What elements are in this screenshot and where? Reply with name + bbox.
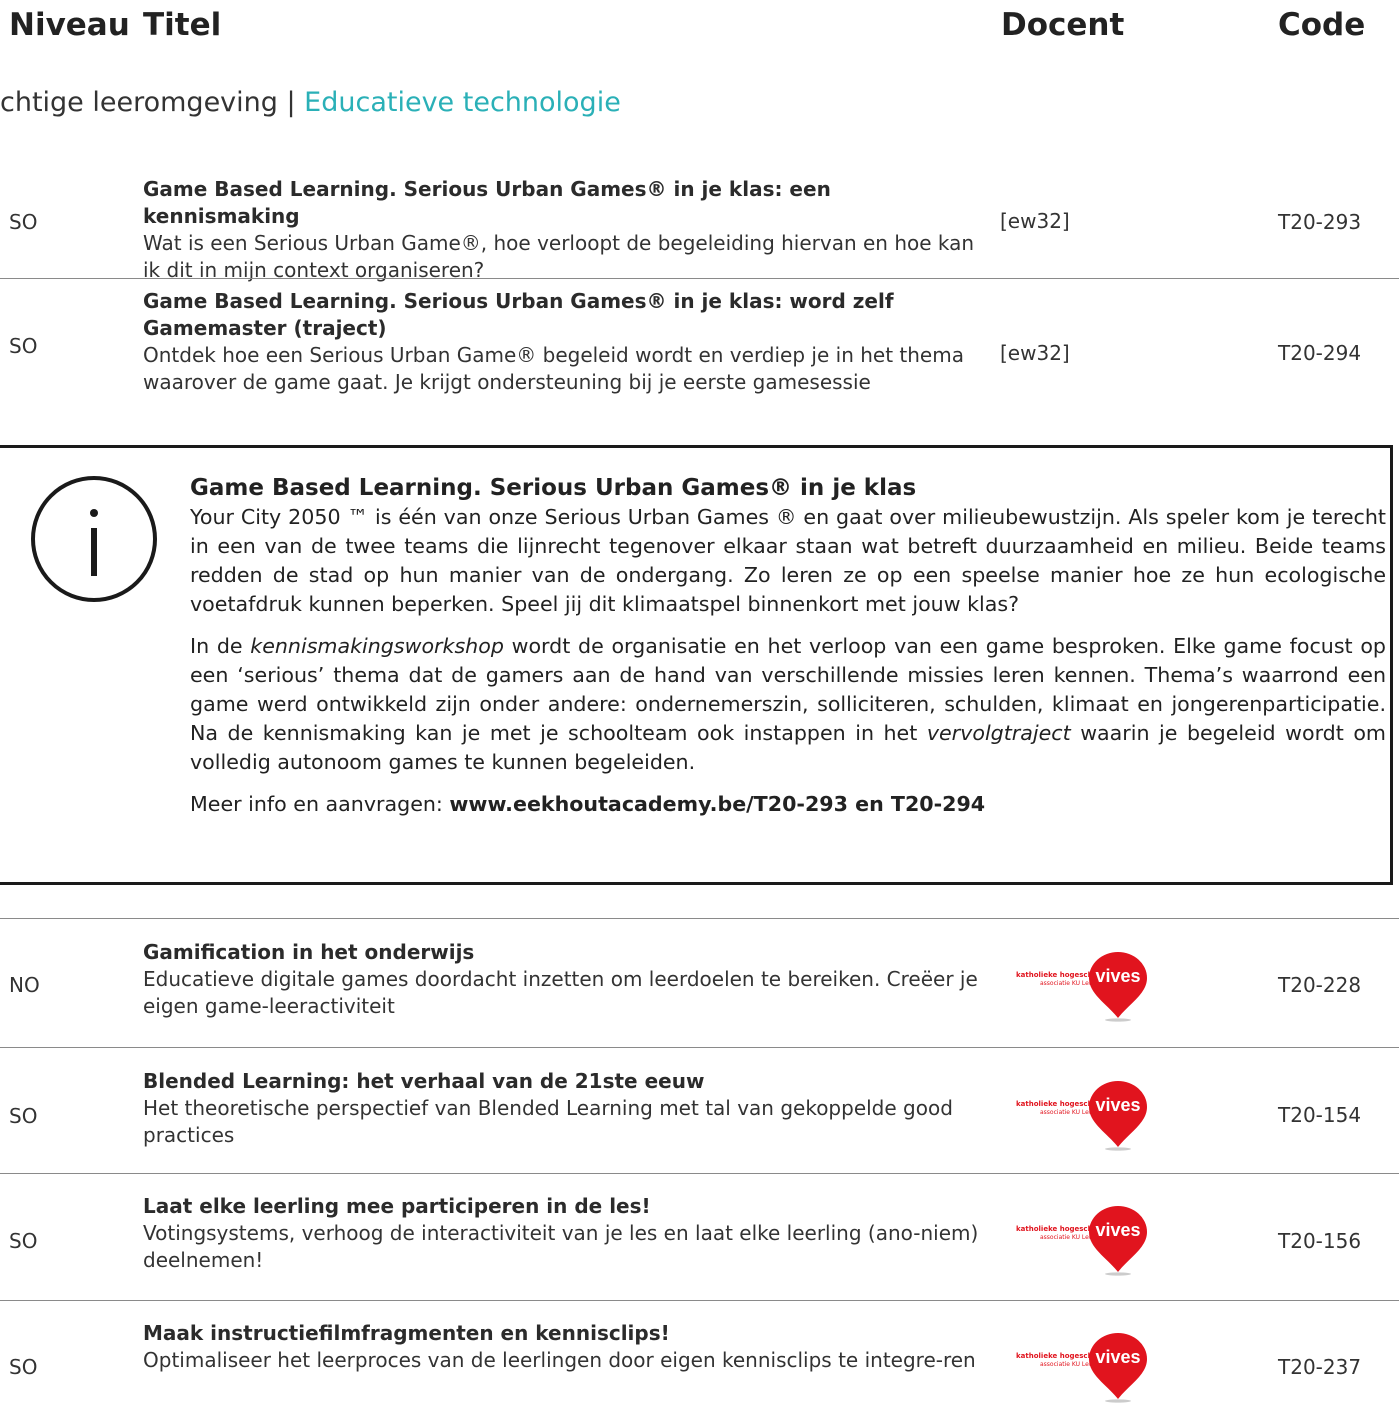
- header-docent: Docent: [1001, 7, 1125, 43]
- header-niveau: Niveau: [9, 7, 130, 43]
- row-niveau: SO: [9, 1229, 38, 1253]
- row-title: Game Based Learning. Serious Urban Games…: [143, 289, 894, 340]
- vives-pin-icon: vives: [1089, 1081, 1147, 1151]
- row-divider: [0, 1173, 1399, 1174]
- row-title: Gamification in het onderwijs: [143, 940, 475, 964]
- row-description: Votingsystems, verhoog de interactivitei…: [143, 1221, 979, 1272]
- row-niveau: SO: [9, 210, 38, 234]
- row-code: T20-154: [1278, 1103, 1362, 1127]
- header-titel: Titel: [143, 7, 222, 43]
- info-paragraph-2: In de kennismakingsworkshop wordt de org…: [190, 632, 1386, 777]
- section-category: chtige leeromgeving |: [0, 87, 305, 118]
- row-titel: Maak instructiefilmfragmenten en kennisc…: [143, 1320, 983, 1374]
- row-niveau: SO: [9, 334, 38, 358]
- logo-name: vives: [1095, 1095, 1140, 1115]
- row-title: Maak instructiefilmfragmenten en kennisc…: [143, 1321, 670, 1345]
- row-code: T20-237: [1278, 1355, 1362, 1379]
- section-subcategory: Educatieve technologie: [304, 87, 621, 118]
- row-description: Optimaliseer het leerproces van de leerl…: [143, 1348, 976, 1372]
- row-code: T20-228: [1278, 973, 1362, 997]
- row-title: Game Based Learning. Serious Urban Games…: [143, 177, 831, 228]
- row-titel: Game Based Learning. Serious Urban Games…: [143, 288, 983, 396]
- vives-pin-icon: vives: [1089, 1206, 1147, 1276]
- row-titel: Gamification in het onderwijs Educatieve…: [143, 939, 983, 1020]
- logo-name: vives: [1095, 1220, 1140, 1240]
- row-docent: [ew32]: [1000, 341, 1070, 365]
- row-niveau: SO: [9, 1104, 38, 1128]
- info-emphasis: kennismakingsworkshop: [250, 634, 504, 658]
- row-description: Ontdek hoe een Serious Urban Game® begel…: [143, 343, 964, 394]
- row-divider: [0, 278, 1399, 279]
- row-description: Educatieve digitale games doordacht inze…: [143, 967, 978, 1018]
- info-circle-icon: [31, 476, 157, 602]
- row-niveau: NO: [9, 973, 40, 997]
- row-description: Wat is een Serious Urban Game®, hoe verl…: [143, 231, 975, 282]
- row-code: T20-293: [1278, 210, 1362, 234]
- info-content: Game Based Learning. Serious Urban Games…: [190, 473, 1386, 832]
- row-titel: Blended Learning: het verhaal van de 21s…: [143, 1068, 983, 1149]
- info-more-link[interactable]: www.eekhoutacademy.be/T20-293 en T20-294: [449, 792, 985, 816]
- section-heading: chtige leeromgeving | Educatieve technol…: [0, 87, 621, 118]
- row-docent: [ew32]: [1000, 209, 1070, 233]
- vives-logo: katholieke hogeschool associatie KU Leuv…: [1016, 952, 1148, 1022]
- info-text: In de: [190, 634, 251, 658]
- row-divider: [0, 1300, 1399, 1301]
- header-code: Code: [1278, 7, 1366, 43]
- row-code: T20-294: [1278, 341, 1362, 365]
- vives-pin-icon: vives: [1089, 952, 1147, 1022]
- info-paragraph-1: Your City 2050 ™ is één van onze Serious…: [190, 505, 1386, 616]
- row-description: Het theoretische perspectief van Blended…: [143, 1096, 953, 1147]
- row-title: Laat elke leerling mee participeren in d…: [143, 1194, 651, 1218]
- info-more: Meer info en aanvragen: www.eekhoutacade…: [190, 790, 1386, 819]
- row-title: Blended Learning: het verhaal van de 21s…: [143, 1069, 705, 1093]
- row-titel: Game Based Learning. Serious Urban Games…: [143, 176, 983, 284]
- row-divider: [0, 1047, 1399, 1048]
- row-titel: Laat elke leerling mee participeren in d…: [143, 1193, 983, 1274]
- info-title: Game Based Learning. Serious Urban Games…: [190, 475, 917, 501]
- logo-name: vives: [1095, 1347, 1140, 1367]
- vives-logo: katholieke hogeschool associatie KU Leuv…: [1016, 1081, 1148, 1151]
- logo-name: vives: [1095, 966, 1140, 986]
- info-more-label: Meer info en aanvragen:: [190, 792, 450, 816]
- vives-pin-icon: vives: [1089, 1333, 1147, 1403]
- row-code: T20-156: [1278, 1229, 1362, 1253]
- info-emphasis: vervolgtraject: [926, 721, 1071, 745]
- row-divider: [0, 918, 1399, 919]
- vives-logo: katholieke hogeschool associatie KU Leuv…: [1016, 1206, 1148, 1276]
- vives-logo: katholieke hogeschool associatie KU Leuv…: [1016, 1333, 1148, 1403]
- info-box: Game Based Learning. Serious Urban Games…: [0, 445, 1393, 885]
- row-niveau: SO: [9, 1355, 38, 1379]
